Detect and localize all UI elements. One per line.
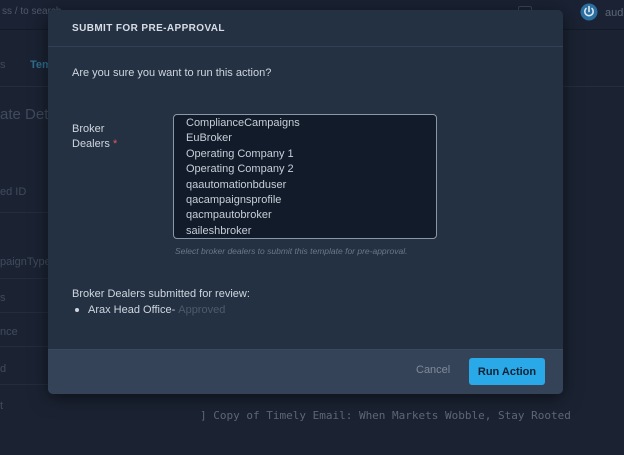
listbox-option[interactable]: ComplianceCampaigns [174, 116, 436, 131]
modal-footer: Cancel Run Action [48, 349, 563, 394]
help-text: Select broker dealers to submit this tem… [175, 246, 408, 256]
template-name-value: ] Copy of Timely Email: When Markets Wob… [200, 409, 571, 422]
submitted-list: Arax Head Office - Approved [72, 304, 225, 316]
confirm-message: Are you sure you want to run this action… [72, 67, 272, 79]
field-label: t [0, 400, 4, 412]
field-label: d [0, 363, 7, 375]
field-label: paignType [0, 256, 51, 268]
page-title: ate Det [0, 106, 49, 123]
divider [0, 212, 48, 213]
listbox-option[interactable]: qacampaignsprofile [174, 193, 436, 208]
modal-header: SUBMIT FOR PRE-APPROVAL [48, 10, 563, 47]
divider [0, 384, 48, 385]
breadcrumb: s Tem [0, 59, 52, 71]
label-line: Dealers [72, 138, 110, 150]
listbox-option[interactable]: Operating Company 2 [174, 162, 436, 177]
field-label: nce [0, 326, 18, 338]
submitted-heading: Broker Dealers submitted for review: [72, 288, 250, 300]
broker-dealer-name: Arax Head Office [88, 304, 172, 316]
breadcrumb-item[interactable]: s [0, 59, 6, 71]
divider [0, 278, 48, 279]
list-item: Arax Head Office - Approved [72, 304, 225, 316]
listbox-option[interactable]: saileshbroker [174, 224, 436, 238]
listbox-option[interactable]: qaautomationbduser [174, 178, 436, 193]
bullet-icon [75, 308, 79, 312]
status-badge: Approved [178, 304, 226, 316]
listbox-option[interactable]: Operating Company 1 [174, 147, 436, 162]
field-label: s [0, 292, 6, 304]
divider [0, 346, 48, 347]
divider [0, 312, 48, 313]
power-icon[interactable] [580, 3, 598, 21]
cancel-button[interactable]: Cancel [416, 364, 450, 376]
field-label: ed ID [0, 186, 27, 198]
broker-dealers-listbox[interactable]: ComplianceCampaigns EuBroker Operating C… [173, 114, 437, 239]
broker-dealers-label: Broker Dealers * [72, 122, 162, 152]
modal-title: SUBMIT FOR PRE-APPROVAL [72, 22, 225, 34]
pre-approval-modal: SUBMIT FOR PRE-APPROVAL Are you sure you… [48, 10, 563, 394]
listbox-option[interactable]: qacmpautobroker [174, 208, 436, 223]
run-action-button[interactable]: Run Action [469, 358, 545, 385]
listbox-option[interactable]: EuBroker [174, 131, 436, 146]
status-separator: - [171, 304, 176, 316]
label-line: Broker [72, 123, 105, 135]
user-name[interactable]: aud [605, 7, 623, 19]
required-marker: * [112, 138, 118, 150]
